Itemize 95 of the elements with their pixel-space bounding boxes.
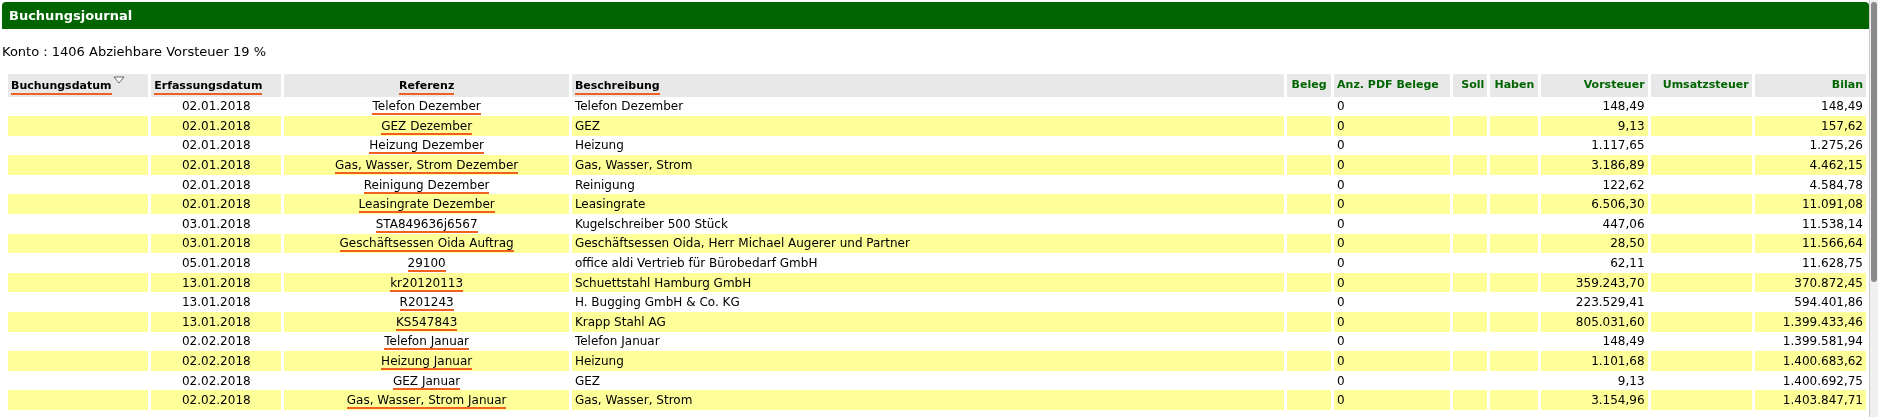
column-header: Vorsteuer	[1583, 77, 1645, 91]
table-cell: 1.399.581,94	[1782, 334, 1863, 349]
table-cell: 02.02.2018	[181, 334, 251, 349]
table-cell: 1.275,26	[1809, 138, 1863, 153]
table-cell: Leasingrate	[574, 197, 646, 212]
table-cell: 02.01.2018	[181, 99, 251, 114]
table-cell: Heizung	[574, 138, 624, 153]
table-cell: 11.091,08	[1801, 197, 1863, 212]
table-cell: 1.400.683,62	[1782, 354, 1863, 368]
table-cell: 0	[1337, 197, 1345, 212]
table-cell: Gas, Wasser, Strom	[574, 393, 693, 408]
table-cell: Geschäftsessen Oida, Herr Michael Augerer und Partner	[574, 236, 910, 251]
table-cell: 28,50	[1610, 236, 1645, 251]
table-cell: 0	[1337, 354, 1345, 368]
table-cell: 447,06	[1602, 216, 1645, 231]
account-label: Konto : 1406 Abziehbare Vorsteuer 19 %	[2, 43, 266, 61]
table-cell: 0	[1337, 158, 1345, 173]
table-cell: 594.401,86	[1794, 295, 1863, 310]
column-header-link[interactable]: Beschreibung	[574, 79, 660, 95]
column-header: Anz. PDF Belege	[1337, 77, 1439, 91]
column-header: Soll	[1461, 77, 1485, 91]
table-cell: 0	[1337, 118, 1345, 133]
table-cell: 4.462,15	[1809, 158, 1863, 173]
table-cell: 4.584,78	[1809, 177, 1863, 192]
table-cell: 0	[1337, 393, 1345, 408]
table-cell: 02.02.2018	[181, 373, 251, 388]
column-header: Bilan	[1831, 77, 1863, 91]
table-cell: 11.628,75	[1801, 256, 1863, 271]
table-cell: 3.154,96	[1591, 393, 1645, 408]
table-cell: 0	[1337, 99, 1345, 114]
table-cell: 122,62	[1602, 177, 1645, 192]
column-header: Haben	[1494, 77, 1535, 91]
table-cell: 0	[1337, 373, 1345, 388]
table-cell: Gas, Wasser, Strom	[574, 158, 693, 173]
table-cell: 6.506,30	[1591, 197, 1645, 212]
table-cell: Schuettstahl Hamburg GmbH	[574, 275, 752, 290]
table-cell: 805.031,60	[1575, 314, 1645, 329]
table-cell: Reinigung	[574, 177, 635, 192]
column-header: Umsatzsteuer	[1662, 77, 1749, 91]
table-cell: 157,62	[1821, 118, 1863, 133]
table-cell: 11.538,14	[1801, 216, 1863, 231]
table-cell: 02.01.2018	[181, 197, 251, 212]
table-cell: 02.01.2018	[181, 158, 251, 173]
table-cell: 02.02.2018	[181, 393, 251, 408]
table-cell: Krapp Stahl AG	[574, 314, 666, 329]
table-cell: 1.400.692,75	[1782, 373, 1863, 388]
column-header-link[interactable]: Referenz	[399, 79, 455, 95]
table-cell: 0	[1337, 334, 1345, 349]
table-cell: 03.01.2018	[181, 216, 251, 231]
table-cell: 0	[1337, 138, 1345, 153]
table-cell: 148,49	[1602, 99, 1645, 114]
table-cell: 02.01.2018	[181, 177, 251, 192]
table-cell: 0	[1337, 177, 1345, 192]
table-cell: 370.872,45	[1794, 275, 1863, 290]
table-cell: 1.403.847,71	[1782, 393, 1863, 408]
table-cell: 05.01.2018	[181, 256, 251, 271]
table-cell: GEZ	[574, 373, 600, 388]
table-cell: office aldi Vertrieb für Bürobedarf GmbH	[574, 256, 818, 271]
table-cell: 11.566,64	[1801, 236, 1863, 251]
table-cell: GEZ	[574, 118, 600, 133]
table-cell: Heizung	[574, 354, 624, 368]
column-header: Beleg	[1291, 77, 1327, 91]
table-cell: 03.01.2018	[181, 236, 251, 251]
table-cell: 1.101,68	[1591, 354, 1645, 368]
table-cell: 223.529,41	[1575, 295, 1645, 310]
table-cell: 02.02.2018	[181, 354, 251, 368]
table-cell: 62,11	[1610, 256, 1645, 271]
reference-link[interactable]: KS547843	[396, 314, 458, 331]
table-cell: 13.01.2018	[181, 314, 251, 329]
table-cell: 1.117,65	[1591, 138, 1645, 153]
table-cell: 0	[1337, 314, 1345, 329]
table-cell: 0	[1337, 216, 1345, 231]
title-bar: Buchungsjournal	[2, 2, 1869, 29]
table-cell: 02.01.2018	[181, 138, 251, 153]
table-cell: Telefon Dezember	[574, 99, 684, 114]
scrollbar[interactable]	[1869, 0, 1878, 417]
table-cell: 359.243,70	[1575, 275, 1645, 290]
table-cell: 0	[1337, 256, 1345, 271]
table-cell: 148,49	[1602, 334, 1645, 349]
table-cell: 02.01.2018	[181, 118, 251, 133]
table-cell: 0	[1337, 275, 1345, 290]
table-cell: H. Bugging GmbH & Co. KG	[574, 295, 740, 310]
table-cell: 13.01.2018	[181, 295, 251, 310]
table-cell: 13.01.2018	[181, 275, 251, 290]
reference-link[interactable]: STA849636j6567	[375, 216, 478, 233]
scrollbar-thumb[interactable]	[1871, 2, 1877, 282]
table-cell: Kugelschreiber 500 Stück	[574, 216, 728, 231]
table-cell: Telefon Januar	[574, 334, 660, 349]
table-cell: 9,13	[1617, 118, 1645, 133]
table-cell: 148,49	[1821, 99, 1863, 114]
table-cell: 0	[1337, 236, 1345, 251]
table-cell: 0	[1337, 295, 1345, 310]
table-cell: 3.186,89	[1591, 158, 1645, 173]
table-cell: 1.399.433,46	[1782, 314, 1863, 329]
table-cell: 9,13	[1617, 373, 1645, 388]
